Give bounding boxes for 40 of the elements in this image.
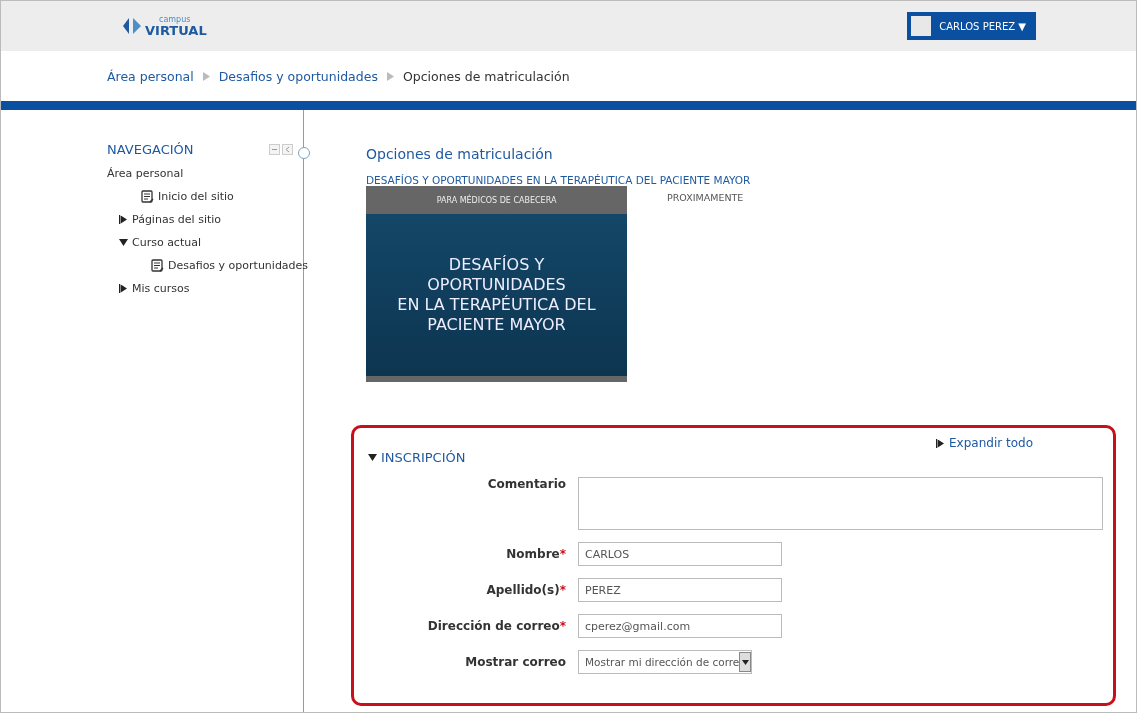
caret-right-icon	[936, 438, 946, 448]
nav-item[interactable]: Curso actual	[107, 236, 201, 249]
page-icon	[151, 259, 164, 272]
banner-title: DESAFÍOS Y OPORTUNIDADES EN LA TERAPÉUTICA DEL PACIENTE MAYOR	[396, 254, 597, 336]
course-title-link[interactable]: DESAFÍOS Y OPORTUNIDADES EN LA TERAPÉUTICA DEL PACIENTE MAYOR	[366, 174, 1116, 186]
field-label: Mostrar correo	[464, 655, 566, 669]
avatar-icon	[911, 16, 932, 36]
dropdown[interactable]: Mostrar mi dirección de corre	[578, 650, 752, 674]
nav-item[interactable]: Inicio del sitio	[107, 190, 234, 203]
dock-handle-icon[interactable]	[298, 147, 310, 159]
course-status: PROXIMAMENTE	[667, 192, 744, 205]
section-header[interactable]: INSCRIPCIÓN	[368, 450, 1103, 465]
input-field[interactable]: PEREZ	[578, 578, 782, 602]
caret-down-icon	[368, 453, 377, 462]
breadcrumb-link[interactable]: Área personal	[107, 68, 194, 84]
breadcrumb-current: Opciones de matriculación	[402, 68, 570, 84]
caret-right-icon	[119, 284, 128, 293]
input-field[interactable]: CARLOS	[578, 542, 782, 566]
page-title: Opciones de matriculación	[366, 146, 554, 162]
separator-icon	[201, 71, 211, 81]
banner-subtitle: PARA MÉDICOS DE CABECERA	[366, 186, 627, 214]
field-label: Comentario	[486, 477, 566, 491]
nav-item[interactable]: Páginas del sitio	[107, 213, 222, 226]
caret-down-icon	[119, 238, 128, 247]
logo[interactable]: campus VIRTUAL	[121, 15, 207, 37]
field-label: Apellido(s)*	[485, 583, 566, 597]
user-menu-button[interactable]: CARLOS PEREZ ▼	[907, 12, 1036, 40]
expand-all-link[interactable]: Expandir todo	[936, 436, 1033, 450]
caret-right-icon	[119, 215, 128, 224]
nav-item[interactable]: Mis cursos	[107, 282, 190, 295]
page-icon	[141, 190, 154, 203]
field-label: Nombre*	[505, 547, 566, 561]
comment-field[interactable]	[578, 477, 1103, 530]
input-field[interactable]: cperez@gmail.com	[578, 614, 782, 638]
field-label: Dirección de correo*	[426, 619, 566, 633]
nav-item[interactable]: Área personal	[107, 167, 184, 180]
separator-icon	[385, 71, 395, 81]
breadcrumb-link[interactable]: Desafios y oportunidades	[218, 68, 378, 84]
dock-controls-icon[interactable]	[269, 144, 293, 155]
navigation-title: NAVEGACIÓN	[107, 142, 194, 157]
